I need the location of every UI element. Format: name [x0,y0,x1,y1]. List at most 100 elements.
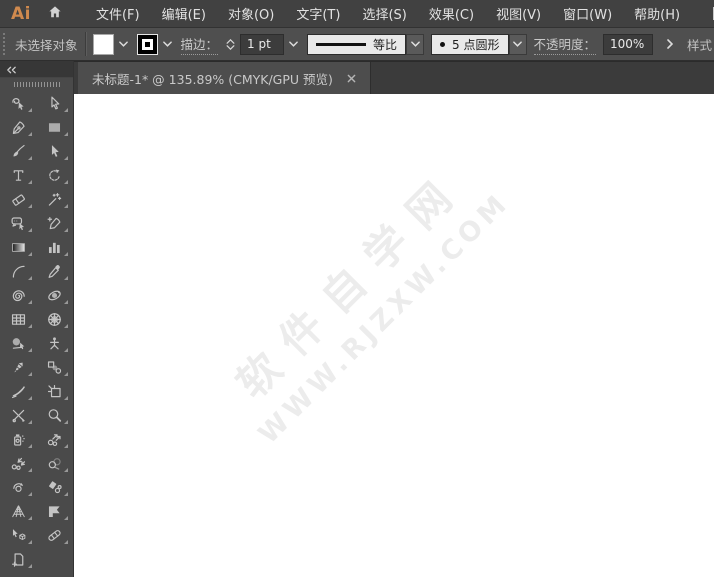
menu-bar: Ai 文件(F) 编辑(E) 对象(O) 文字(T) 选择(S) 效果(C) 视图(V) 窗口… [0,0,714,28]
stroke-weight-dropdown[interactable] [287,39,300,49]
tool-symbol-orbit[interactable] [37,283,74,307]
tool-flag[interactable] [37,499,74,523]
stroke-weight-input[interactable]: 1 pt [240,33,285,55]
tool-symbol-spinner[interactable] [0,475,37,499]
menubar-item-view[interactable]: 视图(V) [485,0,552,27]
selection-status: 未选择对象 [15,37,78,53]
tool-speech-bubble-pointer[interactable] [0,211,37,235]
tool-lasso-selection[interactable] [0,91,37,115]
tool-knife[interactable] [0,379,37,403]
speech-bubble-pointer-icon [10,215,27,232]
stroke-profile-line-icon [316,42,367,46]
tool-bandage[interactable] [37,523,74,547]
width-profile-select[interactable]: 等比 [307,33,407,55]
brush-definition-dropdown[interactable] [508,33,527,55]
tool-magic-wand[interactable] [37,187,74,211]
rotate-icon [46,167,63,184]
tool-scissors[interactable] [0,403,37,427]
artboard-canvas[interactable]: 软件自学网 WWW.RJZXW.COM [74,94,714,577]
tool-symbol-scruncher[interactable] [0,451,37,475]
menu-items: 文件(F) 编辑(E) 对象(O) 文字(T) 选择(S) 效果(C) 视图(V) 窗口(W)… [85,0,691,27]
type-icon [10,167,27,184]
tools-grid [0,91,73,577]
stroke-color-dropdown[interactable] [161,39,174,49]
tool-slice[interactable] [37,379,74,403]
tool-twirl[interactable] [0,355,37,379]
gradient-icon [10,239,27,256]
style-label[interactable]: 样式 [687,35,712,54]
opacity-expand-button[interactable] [660,34,680,55]
scissors-icon [10,407,27,424]
stroke-panel-link[interactable]: 描边： [180,34,219,55]
symbol-screener-icon [46,455,63,472]
tab-close-button[interactable] [345,69,358,88]
home-icon [47,4,63,23]
tool-selection[interactable] [37,139,74,163]
tool-arc[interactable] [0,259,37,283]
blend-icon [46,359,63,376]
fill-color-swatch[interactable] [92,33,114,55]
tool-panel-header [0,61,73,78]
tool-eraser[interactable] [0,187,37,211]
tool-symbol-screener[interactable] [37,451,74,475]
graph-icon [46,239,63,256]
workspace-switcher[interactable] [709,4,714,23]
perspective-selection-icon [10,527,27,544]
main-area: 未标题-1* @ 135.89% (CMYK/GPU 预览) 软件自学网 WWW… [74,61,714,577]
watermark-line1: 软件自学网 [226,160,474,408]
control-bar: 未选择对象 描边： 1 pt 等比 5 点圆形 不透明度： 100% 样式 [0,28,714,61]
opacity-panel-link[interactable]: 不透明度： [533,34,597,55]
tool-paintbrush[interactable] [0,139,37,163]
tool-type[interactable] [0,163,37,187]
tool-blend[interactable] [37,355,74,379]
tool-gradient[interactable] [0,235,37,259]
polar-grid-icon [46,311,63,328]
tool-rectangular-grid[interactable] [0,307,37,331]
tool-spiral[interactable] [0,283,37,307]
perspective-grid-icon [10,503,27,520]
tool-shape-builder[interactable] [0,331,37,355]
tool-panel-grip[interactable] [0,78,73,91]
menubar-item-help[interactable]: 帮助(H) [623,0,691,27]
puppet-warp-icon [46,335,63,352]
menubar-item-effect[interactable]: 效果(C) [418,0,485,27]
tool-symbol-sprayer[interactable] [0,427,37,451]
tool-symbol-stainer[interactable] [37,475,74,499]
round-brush-dot-icon [440,41,446,47]
collapse-panel-button[interactable] [5,61,18,78]
brush-definition-select[interactable]: 5 点圆形 [431,33,509,55]
tool-rotate[interactable] [37,163,74,187]
tool-puppet-warp[interactable] [37,331,74,355]
width-profile-dropdown[interactable] [406,33,425,55]
tool-direct-selection[interactable] [37,91,74,115]
tool-polar-grid[interactable] [37,307,74,331]
tool-artboard[interactable] [0,547,37,571]
document-tab[interactable]: 未标题-1* @ 135.89% (CMYK/GPU 预览) [78,62,371,94]
stroke-color-swatch[interactable] [136,33,158,55]
tool-graph[interactable] [37,235,74,259]
menubar-item-select[interactable]: 选择(S) [351,0,417,27]
tool-eyedropper[interactable] [37,259,74,283]
symbol-shifter-icon [46,431,63,448]
tool-perspective-selection[interactable] [0,523,37,547]
add-anchor-pen-icon [46,215,63,232]
brush-definition-value: 5 点圆形 [452,37,500,52]
tool-add-anchor-pen[interactable] [37,211,74,235]
menubar-item-file[interactable]: 文件(F) [85,0,151,27]
tool-symbol-shifter[interactable] [37,427,74,451]
opacity-input[interactable]: 100% [603,33,654,55]
home-button[interactable] [43,2,67,25]
tool-zoom[interactable] [37,403,74,427]
menubar-item-window[interactable]: 窗口(W) [552,0,623,27]
panel-grip-icon[interactable] [3,33,6,55]
stroke-weight-stepper[interactable] [225,38,236,50]
menubar-item-edit[interactable]: 编辑(E) [151,0,217,27]
tool-perspective-grid[interactable] [0,499,37,523]
menubar-item-object[interactable]: 对象(O) [217,0,285,27]
shape-builder-icon [10,335,27,352]
tool-rectangle[interactable] [37,115,74,139]
fill-color-dropdown[interactable] [117,39,130,49]
tool-pen[interactable] [0,115,37,139]
menubar-item-type[interactable]: 文字(T) [285,0,351,27]
bandage-icon [46,527,63,544]
